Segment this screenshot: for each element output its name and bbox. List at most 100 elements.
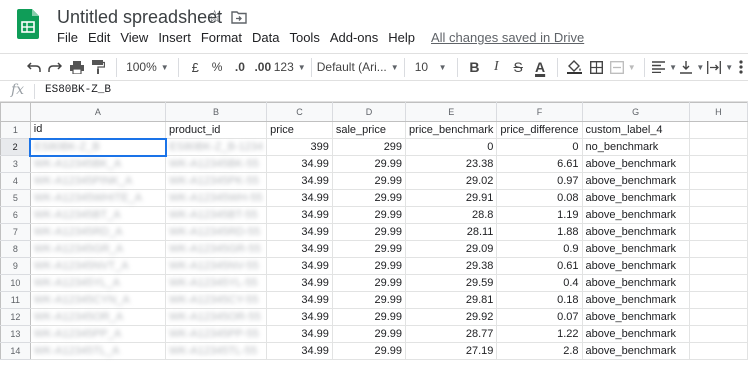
column-header-a[interactable]: A (29, 102, 167, 122)
fill-color-icon[interactable] (564, 56, 586, 78)
column-header-f[interactable]: F (496, 102, 583, 122)
row-header[interactable]: 13 (0, 325, 31, 343)
cell-sale-price[interactable]: 29.99 (331, 325, 407, 343)
header-cell-custom-label-4[interactable]: custom_label_4 (581, 121, 690, 139)
cell-product-id[interactable]: WK-A12345WH-55 (165, 189, 268, 207)
cell-price-difference[interactable]: 1.22 (496, 325, 583, 343)
row-header[interactable]: 1 (0, 121, 31, 139)
cell-custom-label-4[interactable]: above_benchmark (581, 206, 690, 224)
menu-format[interactable]: Format (196, 29, 247, 47)
header-cell-price[interactable]: price (266, 121, 333, 139)
empty-cell[interactable] (688, 291, 748, 309)
column-header-h[interactable]: H (688, 102, 748, 122)
font-family-select[interactable]: Default (Ari... ▼ (317, 56, 399, 78)
cell-price-benchmark[interactable]: 29.02 (405, 172, 498, 190)
empty-cell[interactable] (688, 138, 748, 156)
cell-custom-label-4[interactable]: above_benchmark (581, 342, 690, 360)
cell-id[interactable]: ES80BK-Z_B (29, 137, 167, 157)
empty-cell[interactable] (688, 342, 748, 360)
select-all-corner[interactable] (0, 102, 31, 122)
cell-price[interactable]: 34.99 (266, 206, 333, 224)
header-cell-price-difference[interactable]: price_difference (496, 121, 583, 139)
menu-insert[interactable]: Insert (153, 29, 196, 47)
empty-cell[interactable] (688, 240, 748, 258)
cell-sale-price[interactable]: 29.99 (331, 189, 407, 207)
empty-cell[interactable] (688, 121, 748, 139)
borders-icon[interactable] (586, 56, 608, 78)
cell-price[interactable]: 34.99 (266, 189, 333, 207)
cell-price[interactable]: 34.99 (266, 257, 333, 275)
cell-sale-price[interactable]: 29.99 (331, 274, 407, 292)
empty-cell[interactable] (688, 172, 748, 190)
cell-price[interactable]: 34.99 (266, 240, 333, 258)
cell-id[interactable]: WK-A12345PINK_A (29, 172, 167, 190)
cell-price-difference[interactable]: 0.4 (496, 274, 583, 292)
cell-price-difference[interactable]: 0.08 (496, 189, 583, 207)
cell-custom-label-4[interactable]: above_benchmark (581, 308, 690, 326)
cell-price-difference[interactable]: 1.19 (496, 206, 583, 224)
cell-custom-label-4[interactable]: above_benchmark (581, 240, 690, 258)
increase-decimals-button[interactable]: .00 (251, 56, 275, 78)
document-title[interactable]: Untitled spreadsheet (57, 7, 222, 28)
paint-format-icon[interactable] (88, 56, 110, 78)
cell-custom-label-4[interactable]: above_benchmark (581, 189, 690, 207)
cell-price-benchmark[interactable]: 29.91 (405, 189, 498, 207)
currency-format-button[interactable]: £ (185, 56, 205, 78)
header-cell-sale-price[interactable]: sale_price (331, 121, 407, 139)
cell-product-id[interactable]: WK-A12345OR-55 (165, 308, 268, 326)
undo-icon[interactable] (24, 56, 44, 78)
cell-product-id[interactable]: WK-A12345TL-55 (165, 342, 268, 360)
cell-price[interactable]: 34.99 (266, 291, 333, 309)
vertical-align-icon[interactable]: ▼ (678, 56, 706, 78)
cell-custom-label-4[interactable]: no_benchmark (581, 138, 690, 156)
cell-price-benchmark[interactable]: 28.77 (405, 325, 498, 343)
move-to-folder-icon[interactable] (231, 10, 247, 24)
row-header[interactable]: 3 (0, 155, 31, 173)
cell-price-benchmark[interactable]: 28.8 (405, 206, 498, 224)
cell-id[interactable]: WK-A12345WHITE_A (29, 189, 167, 207)
cell-product-id[interactable]: WK-A12345RD-55 (165, 223, 268, 241)
menu-help[interactable]: Help (383, 29, 420, 47)
cell-custom-label-4[interactable]: above_benchmark (581, 223, 690, 241)
cell-id[interactable]: WK-A12345GR_A (29, 240, 167, 258)
cell-id[interactable]: WK-A12345YL_A (29, 274, 167, 292)
cell-custom-label-4[interactable]: above_benchmark (581, 257, 690, 275)
row-header[interactable]: 8 (0, 240, 31, 258)
percent-format-button[interactable]: % (205, 56, 229, 78)
column-header-g[interactable]: G (581, 102, 690, 122)
save-status-link[interactable]: All changes saved in Drive (431, 29, 584, 47)
row-header[interactable]: 12 (0, 308, 31, 326)
font-size-select[interactable]: 10 ▼ (411, 56, 451, 78)
cell-price-difference[interactable]: 0.97 (496, 172, 583, 190)
cell-sale-price[interactable]: 29.99 (331, 206, 407, 224)
cell-custom-label-4[interactable]: above_benchmark (581, 155, 690, 173)
cell-price-benchmark[interactable]: 23.38 (405, 155, 498, 173)
cell-price[interactable]: 34.99 (266, 308, 333, 326)
cell-price-difference[interactable]: 2.8 (496, 342, 583, 360)
bold-button[interactable]: B (464, 56, 486, 78)
column-header-b[interactable]: B (165, 102, 268, 122)
cell-price[interactable]: 34.99 (266, 172, 333, 190)
cell-sale-price[interactable]: 29.99 (331, 308, 407, 326)
cell-custom-label-4[interactable]: above_benchmark (581, 291, 690, 309)
cell-price-difference[interactable]: 1.88 (496, 223, 583, 241)
formula-input[interactable]: ES80BK-Z_B (45, 84, 111, 96)
cell-price[interactable]: 34.99 (266, 325, 333, 343)
empty-cell[interactable] (688, 308, 748, 326)
cell-price[interactable]: 34.99 (266, 274, 333, 292)
cell-product-id[interactable]: WK-A12345GR-55 (165, 240, 268, 258)
cell-custom-label-4[interactable]: above_benchmark (581, 172, 690, 190)
empty-cell[interactable] (688, 189, 748, 207)
cell-sale-price[interactable]: 29.99 (331, 342, 407, 360)
empty-cell[interactable] (688, 206, 748, 224)
redo-icon[interactable] (44, 56, 66, 78)
cell-price-benchmark[interactable]: 27.19 (405, 342, 498, 360)
empty-cell[interactable] (688, 155, 748, 173)
empty-cell[interactable] (688, 223, 748, 241)
cell-price-difference[interactable]: 0.61 (496, 257, 583, 275)
cell-sale-price[interactable]: 29.99 (331, 257, 407, 275)
cell-custom-label-4[interactable]: above_benchmark (581, 325, 690, 343)
cell-price-benchmark[interactable]: 29.92 (405, 308, 498, 326)
menu-data[interactable]: Data (247, 29, 284, 47)
column-header-d[interactable]: D (331, 102, 407, 122)
